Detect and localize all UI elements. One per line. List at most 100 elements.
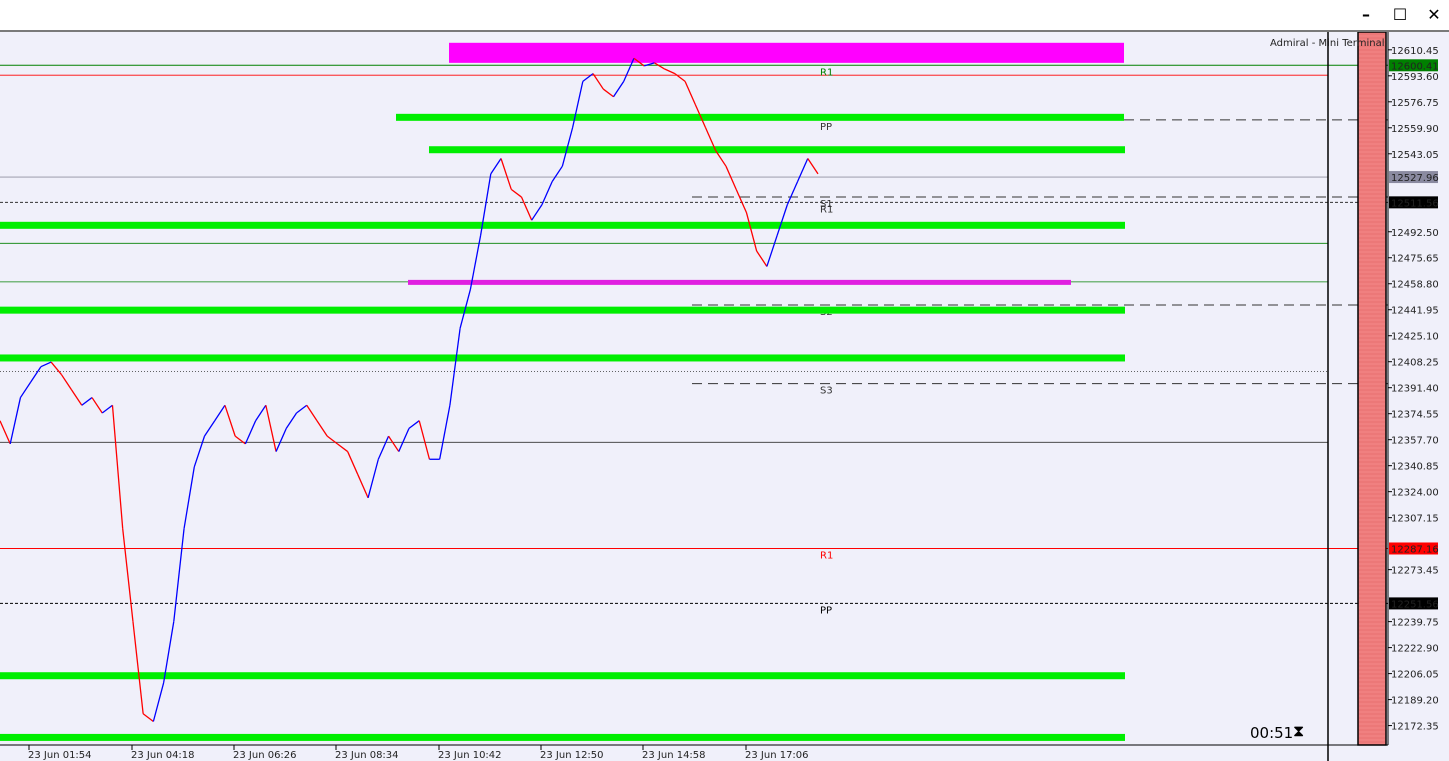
- pivot-label: R1: [820, 67, 833, 78]
- y-tick-label: 12458.80: [1391, 280, 1439, 291]
- price-segment: [367, 459, 379, 498]
- price-segment: [142, 713, 154, 723]
- y-tick-label: 12492.50: [1391, 228, 1439, 239]
- price-segment: [122, 528, 134, 622]
- price-segment: [173, 528, 185, 622]
- x-tick-label: 23 Jun 17:06: [745, 750, 809, 761]
- y-tick-label: 12340.85: [1391, 462, 1439, 473]
- green-zone: [396, 113, 1124, 121]
- price-segment: [285, 412, 298, 429]
- price-segment: [193, 435, 206, 468]
- price-segment: [306, 404, 318, 422]
- price-segment: [111, 405, 124, 529]
- price-segment: [490, 158, 502, 175]
- y-tick-label: 12374.55: [1391, 410, 1439, 421]
- x-tick-label: 23 Jun 10:42: [438, 750, 502, 761]
- price-segment: [551, 165, 563, 182]
- price-tag-label: 12287.16: [1391, 544, 1439, 555]
- y-tick-label: 12391.40: [1391, 384, 1439, 395]
- hourglass-icon: ⧗: [1293, 721, 1305, 740]
- price-chart[interactable]: R1PPS1R1S2S3R1PP12610.4512593.6012576.75…: [0, 32, 1449, 761]
- y-tick-label: 12576.75: [1391, 98, 1439, 109]
- price-segment: [776, 204, 788, 236]
- price-segment: [30, 366, 42, 383]
- price-tag-label: 12511.56: [1391, 198, 1439, 209]
- x-tick-label: 23 Jun 04:18: [131, 750, 195, 761]
- price-segment: [398, 428, 410, 452]
- price-segment: [296, 404, 308, 414]
- y-tick-label: 12543.05: [1391, 150, 1439, 161]
- price-segment: [214, 404, 226, 422]
- y-tick-label: 12441.95: [1391, 306, 1439, 317]
- price-segment: [91, 397, 103, 414]
- price-segment: [275, 428, 287, 452]
- y-tick-label: 12172.35: [1391, 722, 1439, 733]
- magenta-level: [408, 279, 1071, 285]
- y-tick-label: 12324.00: [1391, 488, 1439, 499]
- price-segment: [602, 88, 614, 98]
- y-tick-label: 12475.65: [1391, 254, 1439, 265]
- price-segment: [766, 235, 778, 267]
- y-tick-label: 12206.05: [1391, 670, 1439, 681]
- maximize-button[interactable]: ☐: [1386, 4, 1414, 26]
- price-segment: [0, 420, 11, 445]
- y-tick-label: 12559.90: [1391, 124, 1439, 135]
- green-zone: [0, 221, 1125, 229]
- pivot-label: R1: [820, 204, 833, 215]
- price-segment: [449, 328, 461, 406]
- price-tag-label: 12527.96: [1391, 173, 1439, 184]
- price-segment: [654, 62, 665, 70]
- price-segment: [347, 451, 359, 475]
- price-segment: [183, 466, 195, 529]
- candle-timer: 00:51: [1250, 724, 1294, 742]
- minimize-button[interactable]: –: [1352, 4, 1380, 26]
- price-segment: [388, 435, 400, 452]
- x-tick-label: 23 Jun 08:34: [335, 750, 399, 761]
- price-segment: [725, 165, 737, 190]
- price-segment: [531, 204, 543, 221]
- x-tick-label: 23 Jun 01:54: [28, 750, 92, 761]
- price-tag-label: 12600.41: [1391, 61, 1439, 72]
- price-segment: [101, 404, 113, 414]
- y-tick-label: 12408.25: [1391, 358, 1439, 369]
- pivot-label: S3: [820, 386, 833, 397]
- price-segment: [152, 682, 165, 722]
- y-tick-label: 12273.45: [1391, 566, 1439, 577]
- price-segment: [224, 405, 236, 437]
- y-tick-label: 12593.60: [1391, 72, 1439, 83]
- y-tick-label: 12189.20: [1391, 696, 1439, 707]
- price-segment: [316, 420, 328, 437]
- price-segment: [786, 181, 799, 206]
- price-segment: [520, 196, 533, 221]
- price-segment: [745, 212, 758, 252]
- price-segment: [50, 361, 62, 375]
- price-segment: [684, 81, 696, 105]
- price-segment: [40, 361, 52, 368]
- terminal-label[interactable]: Admiral - Mini Terminal: [1270, 38, 1384, 49]
- price-segment: [439, 405, 451, 460]
- green-zone: [0, 733, 1125, 741]
- price-segment: [592, 73, 604, 90]
- green-zone: [0, 672, 1125, 680]
- price-segment: [203, 420, 216, 437]
- price-segment: [735, 189, 748, 213]
- price-segment: [244, 420, 257, 445]
- x-tick-label: 23 Jun 14:58: [642, 750, 706, 761]
- close-button[interactable]: ✕: [1420, 4, 1448, 26]
- price-tag-label: 12251.56: [1391, 599, 1439, 610]
- price-segment: [612, 81, 625, 98]
- price-segment: [541, 181, 553, 206]
- price-segment: [19, 381, 32, 398]
- y-tick-label: 12357.70: [1391, 436, 1439, 447]
- pivot-label: PP: [820, 605, 832, 616]
- pivot-label: PP: [820, 122, 832, 133]
- price-segment: [377, 435, 390, 460]
- price-segment: [9, 397, 22, 444]
- y-tick-label: 12239.75: [1391, 618, 1439, 629]
- price-segment: [71, 389, 83, 406]
- pivot-label: R1: [820, 550, 833, 561]
- green-zone: [0, 354, 1125, 362]
- price-segment: [500, 158, 512, 190]
- chart-canvas[interactable]: R1PPS1R1S2S3R1PP12610.4512593.6012576.75…: [0, 32, 1449, 761]
- window-titlebar: – ☐ ✕: [0, 0, 1449, 32]
